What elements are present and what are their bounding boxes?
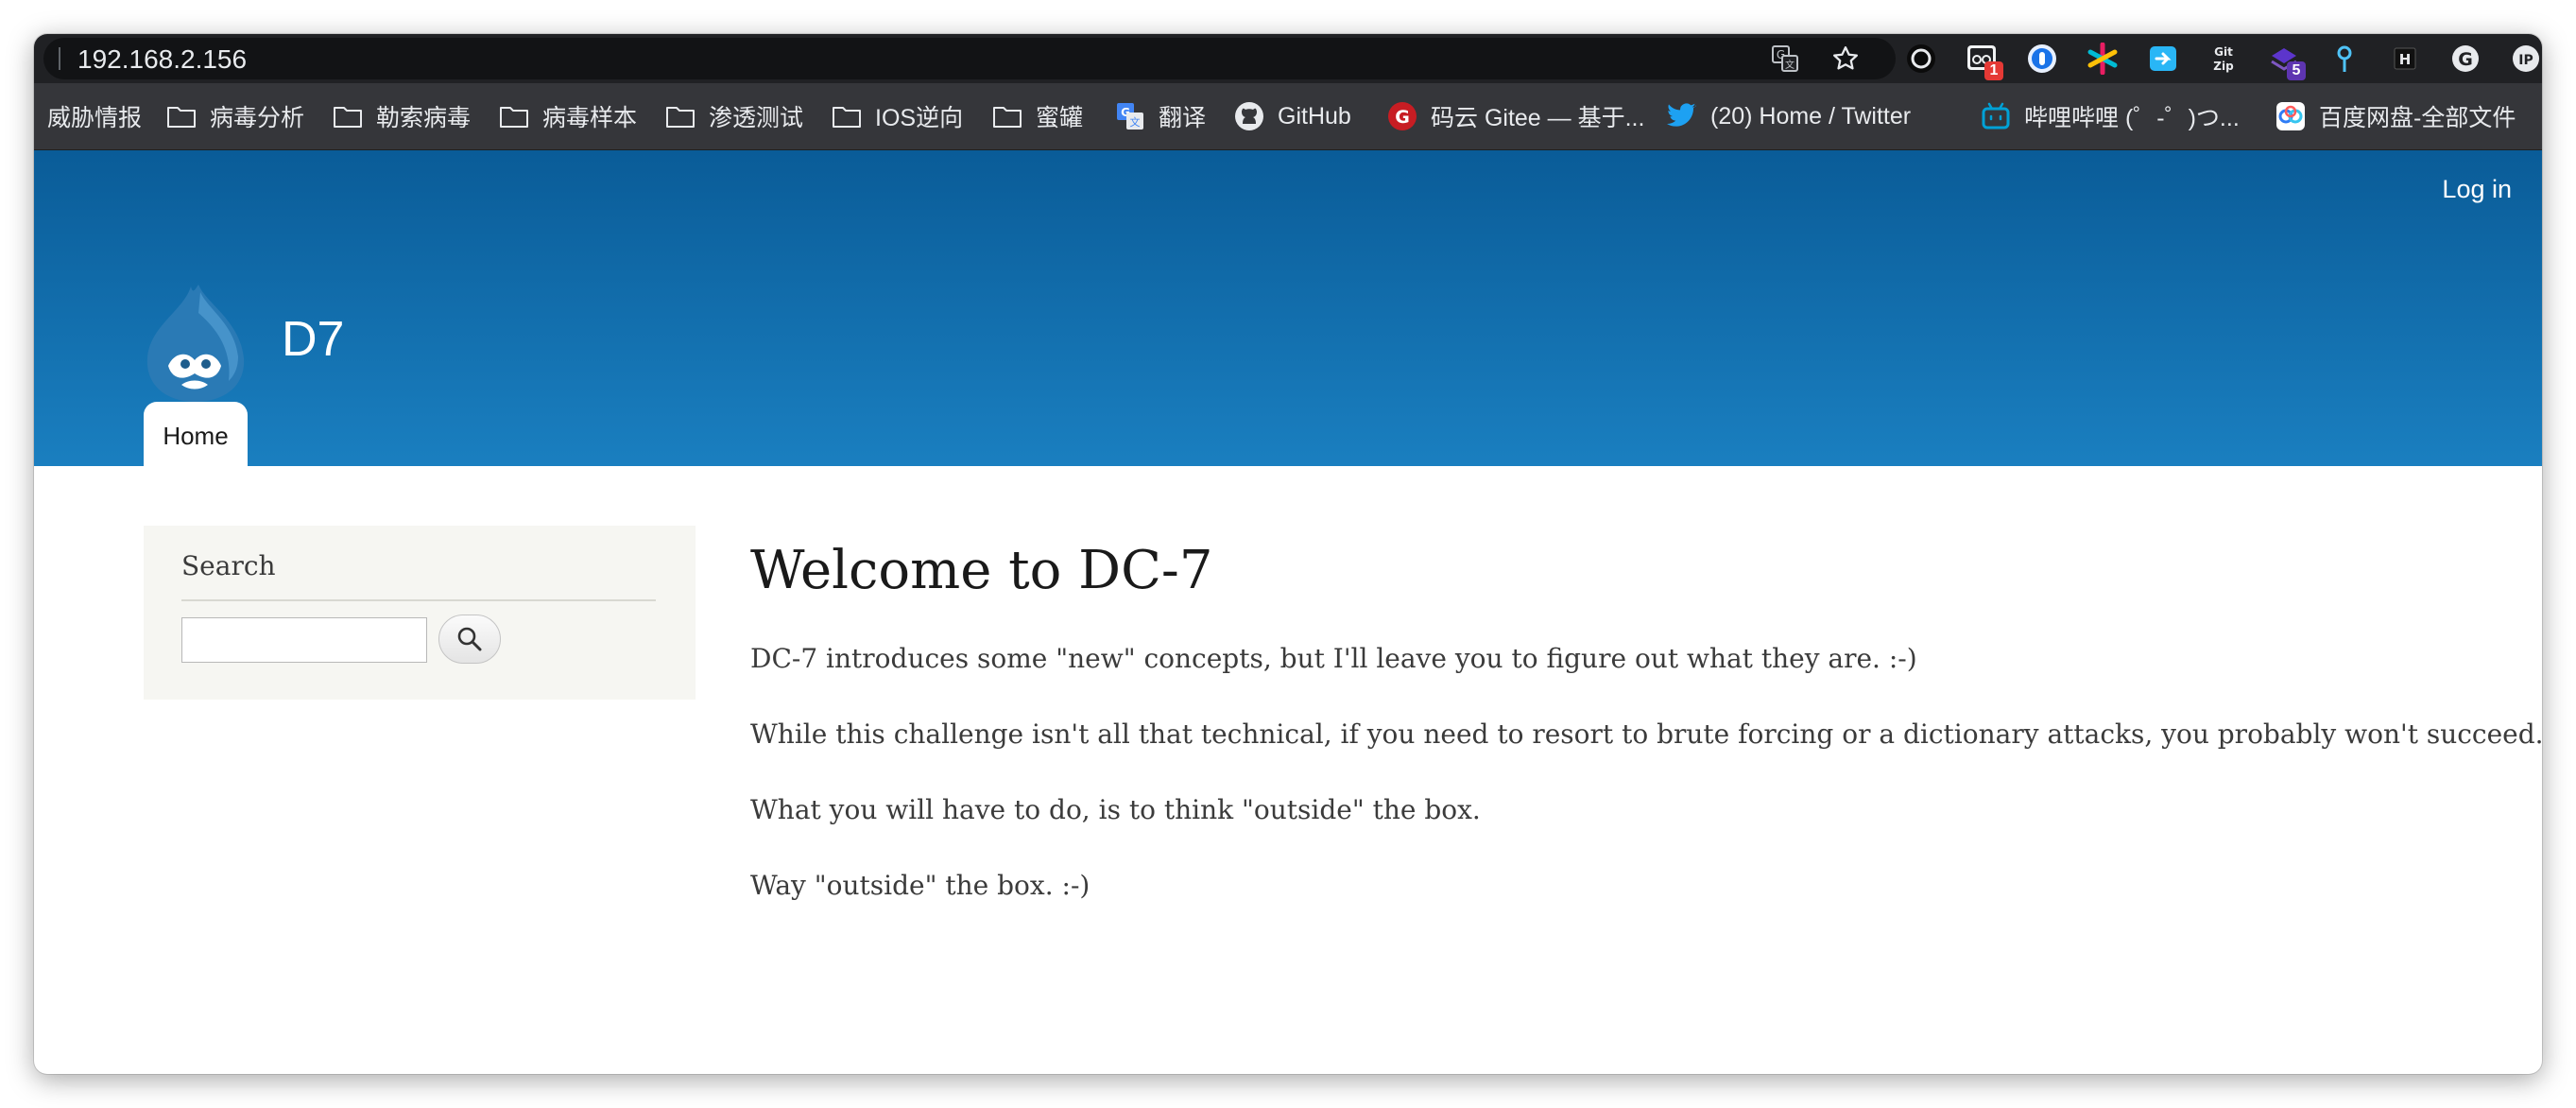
git-zip-extension-icon[interactable]: Git Zip	[2207, 43, 2240, 75]
stack-extension-icon[interactable]: 5	[2268, 43, 2306, 80]
folder-icon	[333, 101, 363, 131]
search-input[interactable]	[181, 617, 427, 663]
stack-badge: 5	[2287, 61, 2306, 80]
bookmark-baidu-netdisk[interactable]: 百度网盘-全部文件	[2275, 99, 2516, 133]
bookmark-label: 病毒分析	[210, 105, 305, 131]
bookmark-label: 码云 Gitee — 基于...	[1431, 105, 1645, 131]
translate-page-icon[interactable]: G 文	[1769, 43, 1801, 75]
content-paragraph-3: What you will have to do, is to think "o…	[750, 794, 1481, 825]
content-paragraph-4: Way "outside" the box. :-)	[750, 870, 1091, 901]
address-bar: 192.168.2.156 G 文 1 Git Zip 5 H G IP	[34, 34, 2542, 83]
bookmark-folder-virus-samples[interactable]: 病毒样本	[499, 99, 637, 133]
content-paragraph-1: DC-7 introduces some "new" concepts, but…	[750, 643, 1917, 674]
twitter-icon	[1667, 101, 1697, 131]
send-tab-extension-icon[interactable]	[2147, 43, 2179, 75]
ip-extension-icon[interactable]: IP	[2510, 43, 2542, 75]
bookmark-bilibili[interactable]: 哔哩哔哩 (゜-゜)つ...	[1981, 99, 2240, 133]
bookmark-github[interactable]: GitHub	[1234, 99, 1351, 133]
record-extension-icon[interactable]	[1905, 43, 1937, 75]
folder-icon	[499, 101, 529, 131]
omnibox[interactable]: 192.168.2.156	[43, 38, 1896, 79]
omnibox-separator	[59, 47, 60, 70]
github-icon	[1234, 101, 1264, 131]
bookmark-label: 病毒样本	[542, 105, 638, 131]
folder-icon	[665, 101, 696, 131]
url-text[interactable]: 192.168.2.156	[77, 46, 247, 73]
drupal-logo-icon[interactable]	[140, 281, 251, 404]
search-block: Search	[144, 526, 696, 700]
bookmark-folder-ransomware[interactable]: 勒索病毒	[333, 99, 471, 133]
content-paragraph-2: While this challenge isn't all that tech…	[750, 718, 2542, 750]
bookmark-label: IOS逆向	[875, 105, 964, 131]
site-header: Log in D7 Home	[34, 150, 2542, 470]
folder-icon	[992, 101, 1022, 131]
browser-window: 192.168.2.156 G 文 1 Git Zip 5 H G IP 威胁情…	[34, 34, 2542, 1074]
bookmark-folder-honeypot[interactable]: 蜜罐	[992, 99, 1083, 133]
bookmark-star-icon[interactable]	[1829, 43, 1862, 75]
tab-home[interactable]: Home	[144, 402, 248, 470]
bookmark-label: 威胁情报	[47, 105, 143, 131]
main-content: Welcome to DC-7 DC-7 introduces some "ne…	[750, 535, 2542, 901]
svg-text:G: G	[2458, 49, 2473, 70]
bilibili-icon	[1981, 101, 2011, 131]
page-title: Welcome to DC-7	[750, 540, 1213, 601]
login-link[interactable]: Log in	[2442, 175, 2512, 204]
h-extension-icon[interactable]: H	[2389, 43, 2421, 75]
bookmark-label: 渗透测试	[709, 105, 804, 131]
google-translate-icon: G文	[1115, 101, 1145, 131]
bookmark-folder-pentest[interactable]: 渗透测试	[665, 99, 803, 133]
baidu-netdisk-icon	[2275, 101, 2306, 131]
bookmark-folder-virus-analysis[interactable]: 病毒分析	[166, 99, 304, 133]
svg-text:文: 文	[1130, 115, 1141, 129]
svg-text:H: H	[2399, 51, 2412, 68]
folder-icon	[832, 101, 862, 131]
gitee-icon: G	[1387, 101, 1417, 131]
search-button[interactable]	[438, 615, 501, 664]
bookmark-label: GitHub	[1278, 102, 1351, 130]
bookmark-label: 蜜罐	[1036, 105, 1084, 131]
mail-badge: 1	[1984, 61, 2003, 80]
folder-icon	[166, 101, 197, 131]
bookmark-folder-ios-reverse[interactable]: IOS逆向	[832, 99, 963, 133]
bookmark-label: 百度网盘-全部文件	[2319, 105, 2516, 131]
mail-extension-icon[interactable]: 1	[1966, 43, 2003, 80]
svg-text:Zip: Zip	[2213, 60, 2234, 73]
bookmark-label: (20) Home / Twitter	[1710, 102, 1912, 130]
svg-text:Git: Git	[2214, 45, 2233, 59]
g-extension-icon[interactable]: G	[2449, 43, 2482, 75]
svg-text:G: G	[1395, 107, 1410, 128]
svg-text:文: 文	[1785, 59, 1795, 71]
search-icon	[455, 625, 484, 653]
password-extension-icon[interactable]	[2026, 43, 2058, 75]
bookmark-translate[interactable]: G文 翻译	[1115, 99, 1206, 133]
bookmark-label: 翻译	[1159, 105, 1207, 131]
bookmark-label: 勒索病毒	[376, 105, 472, 131]
pin-extension-icon[interactable]	[2328, 43, 2361, 75]
bookmark-label: 哔哩哔哩 (゜-゜)つ...	[2024, 105, 2240, 131]
svg-text:IP: IP	[2518, 53, 2533, 68]
bookmark-twitter[interactable]: (20) Home / Twitter	[1667, 99, 1911, 133]
colorful-asterisk-extension-icon[interactable]	[2087, 42, 2119, 76]
bookmark-gitee[interactable]: G 码云 Gitee — 基于...	[1387, 99, 1644, 133]
bookmarks-bar: 威胁情报 病毒分析 勒索病毒 病毒样本 渗透测试 IOS逆向 蜜罐 G文 翻译	[34, 83, 2542, 150]
search-block-title: Search	[181, 550, 276, 581]
site-name[interactable]: D7	[282, 311, 344, 368]
search-block-divider	[181, 599, 656, 601]
bookmark-threat-intel[interactable]: 威胁情报	[47, 99, 142, 133]
